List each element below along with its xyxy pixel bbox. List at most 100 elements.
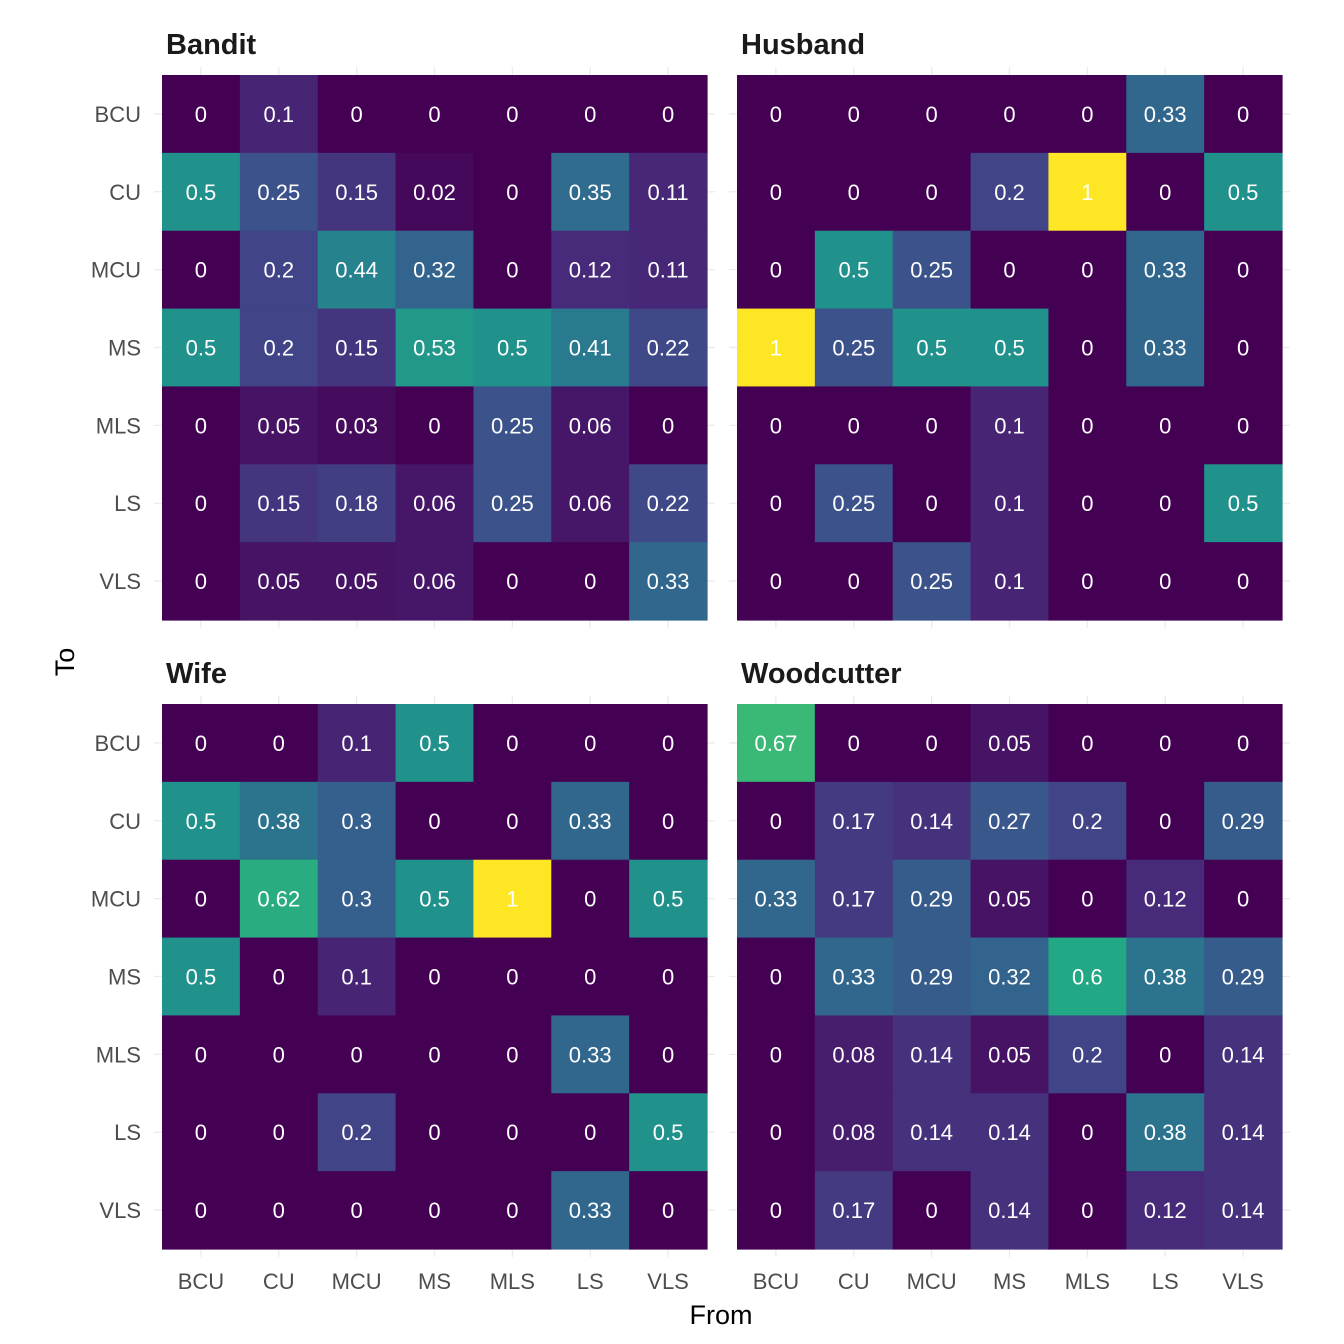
- cell-label: 0: [1237, 258, 1249, 283]
- cell-label: 0: [428, 1042, 440, 1067]
- cell-label: 0.05: [257, 569, 300, 594]
- cell-label: 0: [770, 965, 782, 990]
- cell-label: 0: [1237, 887, 1249, 912]
- y-tick-label: MLS: [96, 1042, 141, 1067]
- cell-label: 0.33: [569, 1198, 612, 1223]
- cell-label: 0: [1081, 731, 1093, 756]
- cell-label: 0: [1237, 336, 1249, 361]
- cell-label: 0.29: [1222, 809, 1265, 834]
- cell-label: 0: [351, 102, 363, 127]
- cell-label: 0: [1159, 1042, 1171, 1067]
- cell-label: 0: [273, 731, 285, 756]
- cell-label: 0: [926, 491, 938, 516]
- cell-label: 0: [848, 102, 860, 127]
- cell-label: 0.05: [335, 569, 378, 594]
- cell-label: 0: [770, 491, 782, 516]
- cell-label: 0.05: [257, 413, 300, 438]
- cell-label: 0: [1159, 491, 1171, 516]
- cell-label: 0.67: [755, 731, 798, 756]
- cell-label: 0.62: [257, 887, 300, 912]
- cell-label: 0.14: [988, 1198, 1031, 1223]
- cell-label: 0: [926, 180, 938, 205]
- cell-label: 0: [195, 1198, 207, 1223]
- cell-label: 0.33: [832, 965, 875, 990]
- cell-label: 0: [1081, 336, 1093, 361]
- cell-label: 0.06: [413, 491, 456, 516]
- cell-label: 0: [428, 413, 440, 438]
- cell-label: 0: [1159, 413, 1171, 438]
- cell-label: 0.25: [910, 258, 953, 283]
- cell-label: 0.29: [1222, 965, 1265, 990]
- x-tick-label: LS: [1152, 1269, 1179, 1294]
- cell-label: 0: [584, 102, 596, 127]
- cell-label: 0: [428, 965, 440, 990]
- x-tick-label: VLS: [647, 1269, 689, 1294]
- x-tick-label: MS: [418, 1269, 451, 1294]
- cell-label: 0: [770, 413, 782, 438]
- cell-label: 0.14: [910, 809, 953, 834]
- cell-label: 0.1: [341, 731, 372, 756]
- cell-label: 0: [770, 569, 782, 594]
- cell-label: 0.35: [569, 180, 612, 205]
- x-tick-label: MCU: [332, 1269, 382, 1294]
- cell-label: 0.15: [335, 336, 378, 361]
- cell-label: 0: [1081, 491, 1093, 516]
- x-tick-label: LS: [577, 1269, 604, 1294]
- cell-label: 0: [1081, 1198, 1093, 1223]
- cell-label: 0.29: [910, 887, 953, 912]
- cell-label: 0.17: [832, 887, 875, 912]
- panel-title: Woodcutter: [741, 658, 902, 690]
- cell-label: 0: [662, 1042, 674, 1067]
- cell-label: 0.5: [186, 180, 217, 205]
- cell-label: 0: [662, 1198, 674, 1223]
- cell-label: 0: [351, 1042, 363, 1067]
- cell-label: 0.2: [341, 1120, 372, 1145]
- cell-label: 0: [1081, 258, 1093, 283]
- cell-label: 0.32: [988, 965, 1031, 990]
- cell-label: 0: [848, 180, 860, 205]
- cell-label: 0: [584, 569, 596, 594]
- heatmap-chart: Bandit0 0.1 0 0 0 0 00.5 0.25 0.15 0.02 0 0.35 0.110…: [50, 29, 1290, 1330]
- cell-label: 0.5: [1228, 491, 1259, 516]
- cell-label: 0.33: [569, 1042, 612, 1067]
- x-axis-title: From: [690, 1300, 753, 1330]
- cell-label: 0.5: [994, 336, 1025, 361]
- cell-label: 0.25: [832, 491, 875, 516]
- cell-label: 0.22: [647, 491, 690, 516]
- cell-label: 0: [1081, 887, 1093, 912]
- cell-label: 0: [584, 731, 596, 756]
- cell-label: 0.15: [257, 491, 300, 516]
- y-tick-label: BCU: [95, 731, 141, 756]
- cell-label: 0.25: [257, 180, 300, 205]
- cell-label: 0.5: [916, 336, 947, 361]
- cell-label: 0: [1081, 1120, 1093, 1145]
- cell-label: 0.38: [1144, 1120, 1187, 1145]
- cell-label: 0: [273, 965, 285, 990]
- cell-label: 0: [1237, 413, 1249, 438]
- cell-label: 0.33: [755, 887, 798, 912]
- cell-label: 0.14: [910, 1042, 953, 1067]
- cell-label: 0: [195, 1042, 207, 1067]
- panel-woodcutter: Woodcutter 0.67 0 0 0.05 0 0 0 0 0.17 0.14 0.27 0.2 0…: [729, 658, 1290, 1294]
- cell-label: 0: [1003, 258, 1015, 283]
- cell-label: 0: [848, 731, 860, 756]
- cell-label: 0: [1081, 413, 1093, 438]
- cell-label: 0.12: [1144, 1198, 1187, 1223]
- cell-label: 0.03: [335, 413, 378, 438]
- x-tick-label: MLS: [1065, 1269, 1110, 1294]
- cell-label: 0.2: [994, 180, 1025, 205]
- cell-label: 0.5: [838, 258, 869, 283]
- cell-label: 0.33: [569, 809, 612, 834]
- cell-label: 0: [662, 413, 674, 438]
- cell-label: 0: [506, 731, 518, 756]
- cell-label: 0: [428, 1120, 440, 1145]
- cell-label: 0.38: [1144, 965, 1187, 990]
- cell-label: 0.5: [497, 336, 528, 361]
- cell-label: 0.06: [569, 491, 612, 516]
- x-tick-label: MCU: [907, 1269, 957, 1294]
- cell-label: 0.33: [1144, 102, 1187, 127]
- cell-label: 0.05: [988, 731, 1031, 756]
- cell-label: 1: [1081, 180, 1093, 205]
- cell-label: 0: [506, 1042, 518, 1067]
- x-tick-label: BCU: [178, 1269, 224, 1294]
